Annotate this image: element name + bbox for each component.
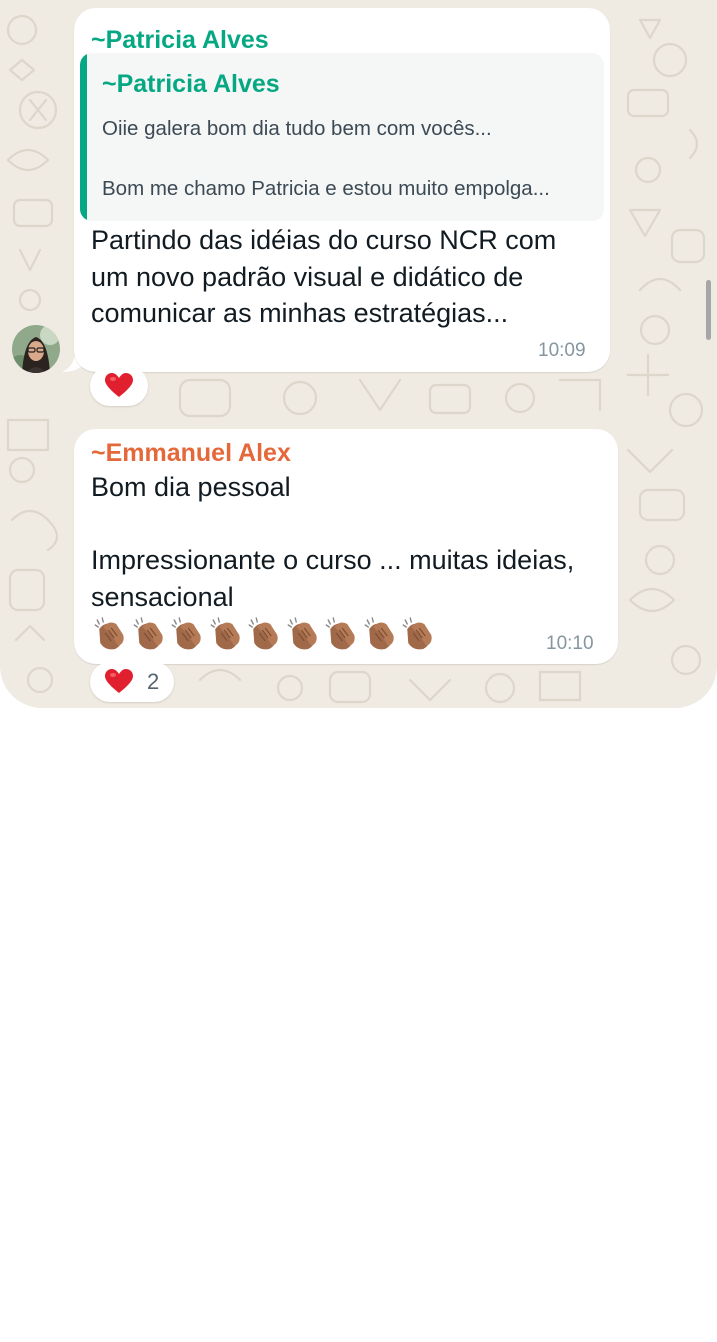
clapping-hands-icon <box>171 617 201 650</box>
heart-icon <box>105 669 133 693</box>
avatar[interactable] <box>12 325 60 373</box>
message-sender[interactable]: ~Patricia Alves <box>91 26 269 55</box>
clapping-hands-icon <box>210 617 240 650</box>
avatar-photo <box>12 325 60 373</box>
message-text: Partindo das idéias do curso NCR com um … <box>91 225 557 328</box>
message-sender[interactable]: ~Emmanuel Alex <box>91 439 291 468</box>
message-time: 10:09 <box>538 340 586 361</box>
heart-icon <box>105 373 133 397</box>
sender-name: ~Patricia Alves <box>91 26 269 54</box>
clapping-hands-icon <box>325 617 355 650</box>
quote-accent-bar <box>80 53 87 221</box>
clapping-hands-icon <box>94 617 124 650</box>
clapping-hands-icon <box>364 617 394 650</box>
clapping-hands-icon <box>287 617 317 650</box>
clapping-hands-icon <box>133 617 163 650</box>
message-bubble[interactable]: ~Patricia Alves ~Patricia Alves Oiie gal… <box>74 8 610 372</box>
quoted-message[interactable]: ~Patricia Alves Oiie galera bom dia tudo… <box>80 53 604 221</box>
quoted-text-line: Oiie galera bom dia tudo bem com vocês..… <box>102 117 492 140</box>
message-text: Bom dia pessoal Impressionante o curso .… <box>91 472 575 612</box>
quoted-text-line: Bom me chamo Patricia e estou muito empo… <box>102 177 550 200</box>
chat-panel[interactable]: ~Patricia Alves ~Patricia Alves Oiie gal… <box>0 0 717 708</box>
scrollbar[interactable] <box>706 280 711 340</box>
clapping-hands-icon <box>402 617 432 650</box>
quoted-sender: ~Patricia Alves <box>102 70 280 98</box>
message-time: 10:10 <box>546 633 594 654</box>
sender-name: ~Emmanuel Alex <box>91 439 291 467</box>
reaction-badge[interactable]: 2 <box>90 662 174 702</box>
reaction-badge[interactable] <box>90 366 148 406</box>
message-bubble[interactable]: ~Emmanuel Alex Bom dia pessoal Impressio… <box>74 429 618 664</box>
emoji-row <box>91 615 438 653</box>
clapping-hands-icon <box>248 617 278 650</box>
reaction-count: 2 <box>147 669 160 694</box>
